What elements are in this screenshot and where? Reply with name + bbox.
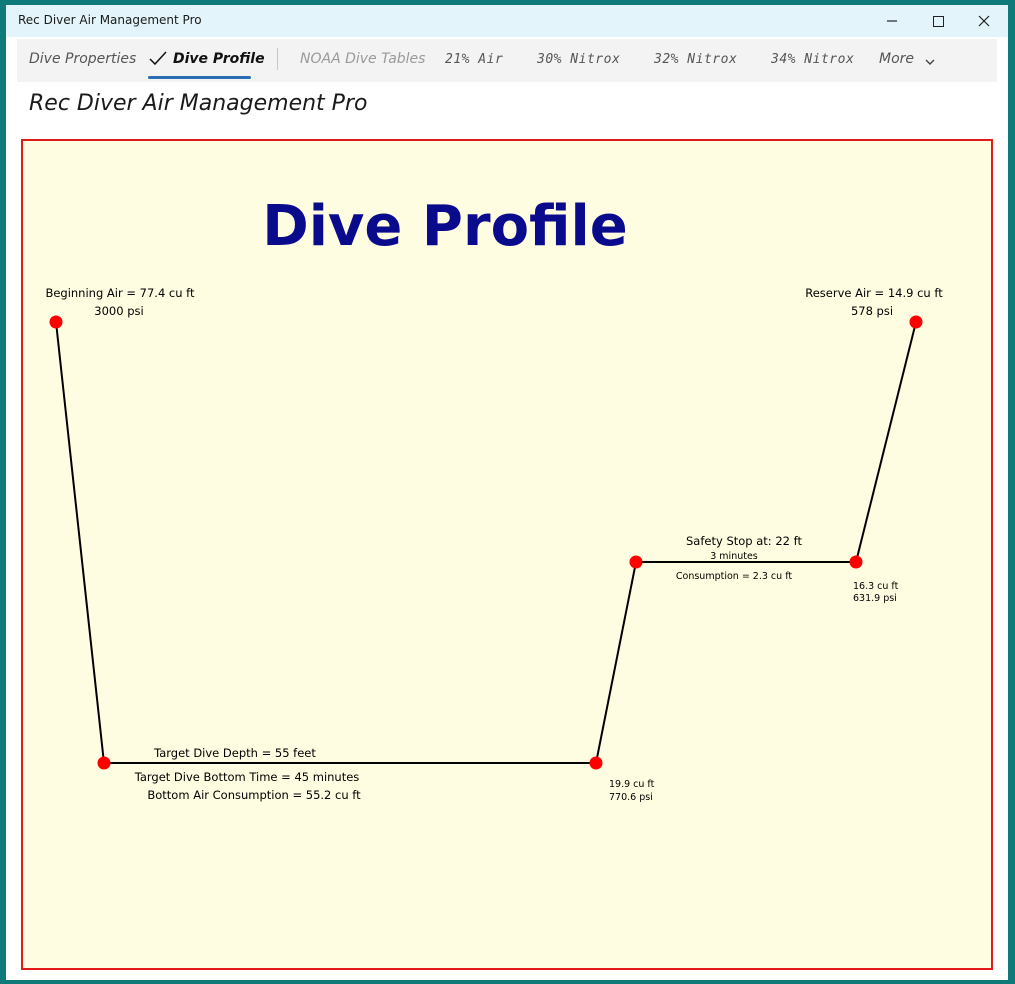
beginning-air-label: Beginning Air = 77.4 cu ft [45, 286, 195, 300]
tab-noaa-dive-tables: NOAA Dive Tables [300, 51, 426, 67]
tab-32-nitrox[interactable]: 32% Nitrox [654, 52, 737, 67]
beginning-point [49, 315, 63, 329]
profile-heading: Dive Profile [262, 194, 627, 259]
bottom-end-point [589, 756, 603, 770]
app-window: Rec Diver Air Management Pro Dive Proper… [6, 5, 1008, 980]
surface-line [855, 321, 917, 563]
after-stop-psi-label: 631.9 psi [853, 593, 897, 604]
safety-stop-start-point [629, 555, 643, 569]
minimize-icon [887, 20, 897, 22]
safety-stop-end-point [849, 555, 863, 569]
close-button[interactable] [961, 5, 1007, 37]
bottom-start-point [97, 756, 111, 770]
dive-profile-diagram: Dive Profile Beginning Air = 77.4 cu ft … [45, 194, 943, 803]
tab-divider [277, 48, 278, 70]
minimize-button[interactable] [869, 5, 915, 37]
beginning-psi-label: 3000 psi [94, 304, 143, 318]
reserve-air-label: Reserve Air = 14.9 cu ft [805, 286, 943, 300]
safety-stop-depth-label: Safety Stop at: 22 ft [686, 534, 802, 548]
window-title: Rec Diver Air Management Pro [18, 13, 202, 27]
tab-34-nitrox[interactable]: 34% Nitrox [771, 52, 854, 67]
reserve-point [909, 315, 923, 329]
bottom-time-label: Target Dive Bottom Time = 45 minutes [134, 770, 360, 784]
descent-line [55, 321, 105, 764]
after-bottom-psi-label: 770.6 psi [609, 792, 653, 803]
safety-stop-consumption-label: Consumption = 2.3 cu ft [676, 571, 792, 582]
bottom-consumption-label: Bottom Air Consumption = 55.2 cu ft [147, 788, 361, 802]
after-bottom-cuft-label: 19.9 cu ft [609, 779, 655, 790]
tab-more[interactable]: More [879, 51, 914, 67]
page-title: Rec Diver Air Management Pro [29, 91, 368, 116]
chevron-down-icon[interactable] [925, 58, 935, 66]
target-depth-label: Target Dive Depth = 55 feet [153, 746, 316, 760]
title-bar: Rec Diver Air Management Pro [6, 5, 1008, 37]
ascent-line [595, 561, 637, 764]
check-icon [149, 51, 167, 66]
after-stop-cuft-label: 16.3 cu ft [853, 581, 899, 592]
reserve-psi-label: 578 psi [851, 304, 893, 318]
selected-tab-indicator [148, 76, 251, 79]
tab-bar: Dive Properties Dive Profile NOAA Dive T… [17, 39, 997, 82]
maximize-button[interactable] [915, 5, 961, 37]
maximize-icon [932, 15, 944, 27]
close-icon [978, 15, 990, 27]
dive-profile-canvas: Dive Profile Beginning Air = 77.4 cu ft … [21, 139, 993, 970]
tab-30-nitrox[interactable]: 30% Nitrox [537, 52, 620, 67]
tab-dive-profile[interactable]: Dive Profile [173, 51, 265, 67]
tab-21-air[interactable]: 21% Air [445, 52, 503, 67]
safety-stop-duration-label: 3 minutes [710, 551, 758, 562]
tab-dive-properties[interactable]: Dive Properties [29, 51, 136, 67]
